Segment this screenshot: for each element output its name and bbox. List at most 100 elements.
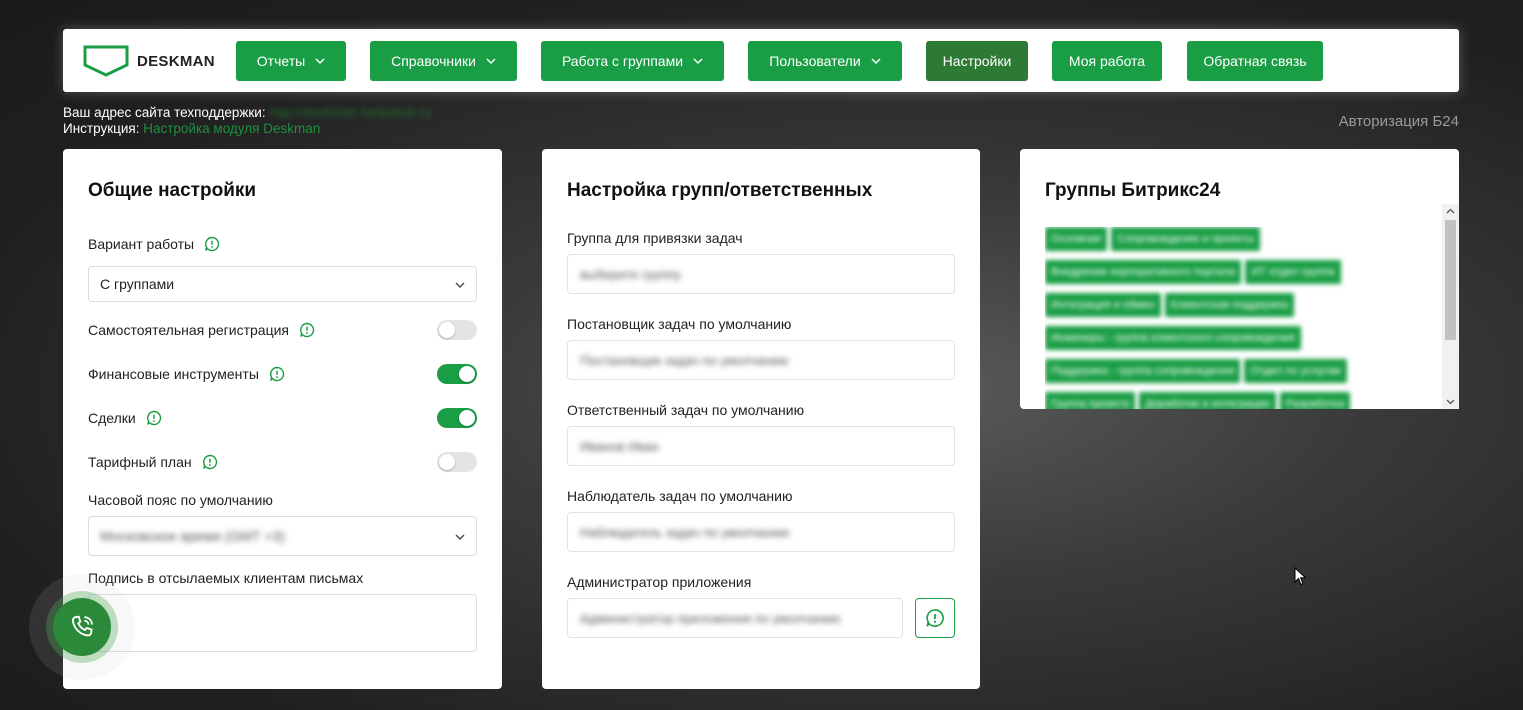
signature-label: Подпись в отсылаемых клиентам письмах bbox=[88, 570, 364, 586]
deskman-logo-icon bbox=[83, 45, 129, 77]
nav-settings[interactable]: Настройки bbox=[926, 41, 1028, 81]
admin-value: Администратор приложения по умолчанию bbox=[580, 610, 841, 626]
creator-input[interactable]: Постановщик задач по умолчанию bbox=[567, 340, 955, 380]
mouse-cursor-icon bbox=[1294, 567, 1307, 586]
admin-help-button[interactable] bbox=[915, 598, 955, 638]
admin-input[interactable]: Администратор приложения по умолчанию bbox=[567, 598, 903, 638]
auth-b24-link[interactable]: Авторизация Б24 bbox=[1339, 113, 1459, 130]
chevron-down-icon bbox=[315, 58, 325, 65]
work-mode-select[interactable]: С группами bbox=[88, 266, 477, 302]
nav-users-label: Пользователи bbox=[769, 53, 861, 69]
instruction-line: Инструкция: Настройка модуля Deskman bbox=[63, 121, 320, 136]
group-tag[interactable]: ИТ отдел группа bbox=[1245, 260, 1341, 284]
group-tag[interactable]: Основная bbox=[1045, 227, 1108, 251]
group-tag[interactable]: Внедрение корпоративного портала bbox=[1045, 260, 1242, 284]
phone-icon bbox=[71, 615, 93, 637]
groups-settings-card: Настройка групп/ответственных Группа для… bbox=[542, 149, 980, 689]
deals-toggle[interactable] bbox=[437, 408, 477, 428]
signature-textarea[interactable] bbox=[88, 594, 477, 652]
help-chat-icon bbox=[926, 609, 944, 627]
toggle-knob bbox=[459, 366, 475, 382]
tariff-row: Тарифный план bbox=[88, 454, 218, 470]
timezone-value: Московское время (GMT +3) bbox=[100, 528, 285, 544]
brand-logo[interactable]: DESKMAN bbox=[83, 45, 215, 77]
deals-label: Сделки bbox=[88, 410, 136, 426]
nav-group-work-label: Работа с группами bbox=[561, 53, 684, 69]
responsible-value: Иванов Иван bbox=[580, 438, 659, 454]
self-registration-toggle[interactable] bbox=[437, 320, 477, 340]
timezone-select[interactable]: Московское время (GMT +3) bbox=[88, 516, 477, 556]
support-address-label: Ваш адрес сайта техподдержки: bbox=[63, 105, 266, 120]
chevron-down-icon bbox=[871, 58, 881, 65]
timezone-label: Часовой пояс по умолчанию bbox=[88, 492, 273, 508]
nav-directories[interactable]: Справочники bbox=[370, 41, 517, 81]
brand-name: DESKMAN bbox=[137, 52, 215, 70]
instruction-link[interactable]: Настройка модуля Deskman bbox=[143, 121, 320, 136]
help-chat-icon[interactable] bbox=[202, 454, 218, 470]
observer-input[interactable]: Наблюдатель задач по умолчанию bbox=[567, 512, 955, 552]
group-tag[interactable]: Разработка bbox=[1279, 392, 1351, 409]
b24-groups-list: Основная Сопровождение и проекты Внедрени… bbox=[1045, 227, 1431, 409]
group-tag[interactable]: Поддержка - группа сопровождения bbox=[1045, 359, 1241, 383]
b24-groups-title: Группы Битрикс24 bbox=[1045, 180, 1221, 201]
scroll-down-icon[interactable] bbox=[1446, 397, 1455, 406]
observer-label: Наблюдатель задач по умолчанию bbox=[567, 488, 793, 504]
responsible-input[interactable]: Иванов Иван bbox=[567, 426, 955, 466]
help-chat-icon[interactable] bbox=[299, 322, 315, 338]
creator-value: Постановщик задач по умолчанию bbox=[580, 352, 789, 368]
b24-groups-card: Группы Битрикс24 Основная Сопровождение и… bbox=[1020, 149, 1459, 409]
toggle-knob bbox=[439, 322, 455, 338]
group-tag[interactable]: Доработки и интеграции bbox=[1139, 392, 1276, 409]
finance-toggle[interactable] bbox=[437, 364, 477, 384]
scroll-up-icon[interactable] bbox=[1446, 207, 1455, 216]
nav-users[interactable]: Пользователи bbox=[748, 41, 902, 81]
nav-my-work-label: Моя работа bbox=[1068, 53, 1146, 69]
nav-group-work[interactable]: Работа с группами bbox=[541, 41, 724, 81]
nav-feedback-label: Обратная связь bbox=[1203, 53, 1307, 69]
call-button[interactable] bbox=[53, 598, 111, 656]
creator-label: Постановщик задач по умолчанию bbox=[567, 316, 792, 332]
work-mode-value: С группами bbox=[100, 276, 175, 292]
nav-settings-label: Настройки bbox=[942, 53, 1012, 69]
instruction-label: Инструкция: bbox=[63, 121, 140, 136]
self-registration-label: Самостоятельная регистрация bbox=[88, 322, 290, 338]
admin-label: Администратор приложения bbox=[567, 574, 752, 590]
toggle-knob bbox=[439, 454, 455, 470]
group-tag[interactable]: Сопровождение и проекты bbox=[1111, 227, 1260, 251]
groups-settings-title: Настройка групп/ответственных bbox=[567, 180, 873, 201]
nav-reports[interactable]: Отчеты bbox=[236, 41, 346, 81]
general-settings-title: Общие настройки bbox=[88, 180, 257, 201]
group-tag[interactable]: Интеграция и обмен bbox=[1045, 293, 1161, 317]
chevron-down-icon bbox=[693, 58, 703, 65]
task-group-input[interactable]: выберите группу bbox=[567, 254, 955, 294]
group-tag[interactable]: Группа проекта bbox=[1045, 392, 1136, 409]
chevron-down-icon bbox=[455, 534, 465, 540]
group-tag[interactable]: Клиентская поддержка bbox=[1164, 293, 1295, 317]
deals-row: Сделки bbox=[88, 410, 162, 426]
chevron-down-icon bbox=[455, 282, 465, 288]
support-address-line: Ваш адрес сайта техподдержки: http://des… bbox=[63, 105, 431, 120]
group-tag[interactable]: Отдел по услугам bbox=[1244, 359, 1347, 383]
finance-row: Финансовые инструменты bbox=[88, 366, 285, 382]
finance-label: Финансовые инструменты bbox=[88, 366, 259, 382]
scrollbar-thumb[interactable] bbox=[1445, 220, 1456, 340]
groups-scrollbar[interactable] bbox=[1442, 204, 1459, 409]
help-chat-icon[interactable] bbox=[204, 236, 220, 252]
work-mode-row: Вариант работы bbox=[88, 236, 220, 252]
group-tag[interactable]: Инженеры - группа клиентского сопровожде… bbox=[1045, 326, 1301, 350]
help-chat-icon[interactable] bbox=[146, 410, 162, 426]
nav-feedback[interactable]: Обратная связь bbox=[1187, 41, 1323, 81]
responsible-label: Ответственный задач по умолчанию bbox=[567, 402, 805, 418]
help-chat-icon[interactable] bbox=[269, 366, 285, 382]
support-address-link[interactable]: http://deskman.helpdesk.ru bbox=[269, 105, 431, 120]
nav-my-work[interactable]: Моя работа bbox=[1052, 41, 1162, 81]
tariff-toggle[interactable] bbox=[437, 452, 477, 472]
task-group-label: Группа для привязки задач bbox=[567, 230, 743, 246]
top-navbar: DESKMAN Отчеты Справочники Работа с груп… bbox=[63, 29, 1459, 92]
nav-directories-label: Справочники bbox=[391, 53, 476, 69]
toggle-knob bbox=[459, 410, 475, 426]
chevron-down-icon bbox=[486, 58, 496, 65]
general-settings-card: Общие настройки Вариант работы С группам… bbox=[63, 149, 502, 689]
observer-value: Наблюдатель задач по умолчанию bbox=[580, 524, 790, 540]
task-group-value: выберите группу bbox=[580, 266, 681, 282]
